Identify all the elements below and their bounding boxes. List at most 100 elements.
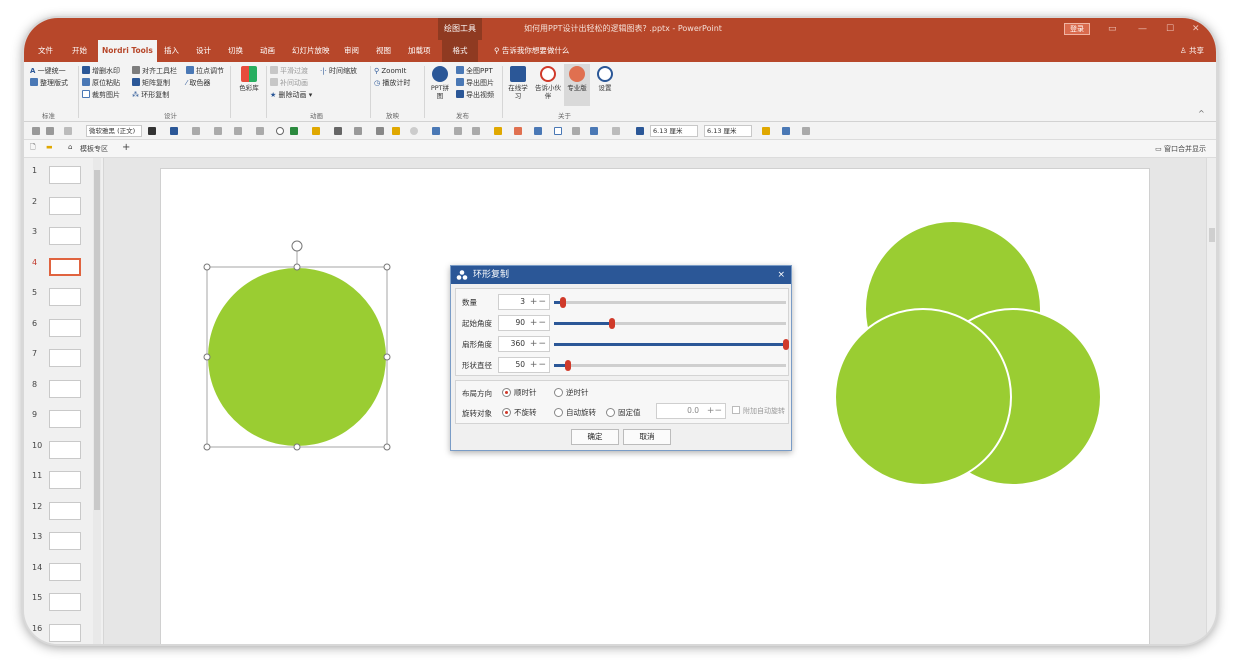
thumbnail-row[interactable]: 1 [24,164,104,194]
thumbnail-row[interactable]: 5 [24,286,104,316]
shape-width-input[interactable]: 6.13 厘米 [650,125,698,137]
point-adjust-button[interactable]: 拉点调节 [186,66,224,77]
slider-knob[interactable] [560,297,567,308]
resize-handle[interactable] [293,443,301,451]
color-library-button[interactable]: 色彩库 [236,66,262,92]
rotate-handle-icon[interactable] [291,240,303,252]
layers-icon[interactable] [590,127,598,135]
chart-icon[interactable] [392,127,400,135]
fixed-value-radio[interactable]: 固定值 [606,407,641,418]
paste-in-place-button[interactable]: 原位粘贴 [82,78,120,89]
thumbnail-image[interactable] [49,593,81,611]
param-spinbox[interactable]: 90 +− [498,315,550,331]
param-spinbox[interactable]: 3 +− [498,294,550,310]
login-button[interactable]: 登录 [1064,23,1090,35]
outline-icon[interactable] [354,127,362,135]
smooth-transition-button[interactable]: 平滑过渡 [270,66,308,77]
thumbnail-row[interactable]: 9 [24,408,104,438]
ring-copy-button[interactable]: ⁂ 环形复制 [132,90,169,101]
circle-shape-icon[interactable] [276,127,284,135]
box-icon[interactable] [64,127,72,135]
thumbnail-image[interactable] [49,288,81,306]
thumbnail-row[interactable]: 10 [24,439,104,469]
thumbnail-image[interactable] [49,532,81,550]
thumbnail-image[interactable] [49,318,81,337]
merge-window-button[interactable]: ▭ 窗口合并显示 [1155,144,1206,154]
thumbnail-image[interactable] [49,471,81,489]
settings-button[interactable]: 设置 [594,66,616,92]
resize-handle[interactable] [383,443,391,451]
export-image-button[interactable]: 导出图片 [456,78,494,89]
matrix-copy-button[interactable]: 矩阵复制 [132,78,170,89]
param-slider[interactable] [554,360,786,371]
thumbnail-image[interactable] [49,166,81,184]
fixed-value-input[interactable]: 0.0 +− [656,403,726,419]
thumbnail-row[interactable]: 16 [24,622,104,645]
selected-circle[interactable] [208,268,386,446]
thumbnail-row[interactable]: 13 [24,530,104,560]
more-icon[interactable] [802,127,810,135]
thumbnail-image[interactable] [49,379,81,398]
canvas-scrollbar-thumb[interactable] [1209,228,1215,242]
thumbnail-row[interactable]: 11 [24,469,104,499]
thumbnail-row[interactable]: 6 [24,317,104,347]
font-select[interactable]: 微软雅黑 (正文) [86,125,142,137]
shape-height-input[interactable]: 6.13 厘米 [704,125,752,137]
no-rotate-radio[interactable]: 不旋转 [502,407,537,418]
thumbnail-image[interactable] [49,562,81,581]
resize-handle[interactable] [383,263,391,271]
resize-handle[interactable] [203,263,211,271]
tab-file[interactable]: 文件 [34,40,57,62]
tab-home[interactable]: 开始 [68,40,91,62]
ring-circle-left[interactable] [834,308,1012,486]
template-zone-tab[interactable]: 模板专区 [80,144,108,154]
thumbnail-image[interactable] [49,501,81,520]
width-icon[interactable] [636,127,644,135]
thumbnail-image[interactable] [49,227,81,245]
auto-rotate-radio[interactable]: 自动旋转 [554,407,596,418]
clockwise-radio[interactable]: 顺时针 [502,387,537,398]
tab-review[interactable]: 审阅 [340,40,363,62]
thumbnail-image[interactable] [49,440,81,459]
play-timer-button[interactable]: ◷ 播放计时 [374,78,410,89]
align-left-icon[interactable] [494,127,502,135]
counterclockwise-radio[interactable]: 逆时针 [554,387,589,398]
time-scale-button[interactable]: ·|· 时间缩放 [320,66,357,77]
line-color-icon[interactable] [334,127,342,135]
extra-rotate-checkbox[interactable]: 附加自动旋转 [732,406,785,416]
resize-handle[interactable] [293,263,301,271]
size-lock-icon[interactable] [762,127,770,135]
slider-knob[interactable] [609,318,615,329]
thumbnail-row[interactable]: 4 [24,256,104,286]
unify-button[interactable]: A 一键统一 [30,66,66,77]
shape-icon[interactable] [46,127,54,135]
thumbnail-image[interactable] [49,196,81,215]
tab-view[interactable]: 视图 [372,40,395,62]
ok-button[interactable]: 确定 [571,429,619,445]
stepper-icon[interactable]: +− [530,337,547,351]
dialog-title-bar[interactable]: 环形复制 × [451,266,791,284]
ppt-puzzle-button[interactable]: PPT拼图 [428,66,452,100]
thumbnail-row[interactable]: 2 [24,195,104,225]
tab-addins[interactable]: 加载项 [404,40,435,62]
thumbnail-row[interactable]: 7 [24,347,104,377]
frame-icon[interactable] [554,127,562,135]
effects-icon[interactable] [410,127,418,135]
context-tab-drawing-tools[interactable]: 绘图工具 [438,18,482,40]
rotate-icon[interactable] [472,127,480,135]
tween-animation-button[interactable]: 补间动画 [270,78,308,89]
resize-handle[interactable] [383,353,391,361]
param-slider[interactable] [554,297,786,308]
tidy-layout-button[interactable]: 整理版式 [30,78,68,89]
tab-slideshow[interactable]: 幻灯片放映 [288,40,334,62]
new-file-icon[interactable]: 🗋 [30,143,36,154]
tell-me-box[interactable]: ⚲ 告诉我你想要做什么 [494,40,569,62]
color-picker-button[interactable]: ⁄ 取色器 [186,78,210,89]
font-color-icon[interactable] [148,127,156,135]
pro-version-button[interactable]: 专业版 [564,64,590,106]
share-button[interactable]: ♙ 共享 [1180,40,1204,62]
tab-animations[interactable]: 动画 [256,40,279,62]
watermark-button[interactable]: 增删水印 [82,66,120,77]
thumbnail-row[interactable]: 12 [24,500,104,530]
stepper-icon[interactable]: +− [530,316,547,330]
